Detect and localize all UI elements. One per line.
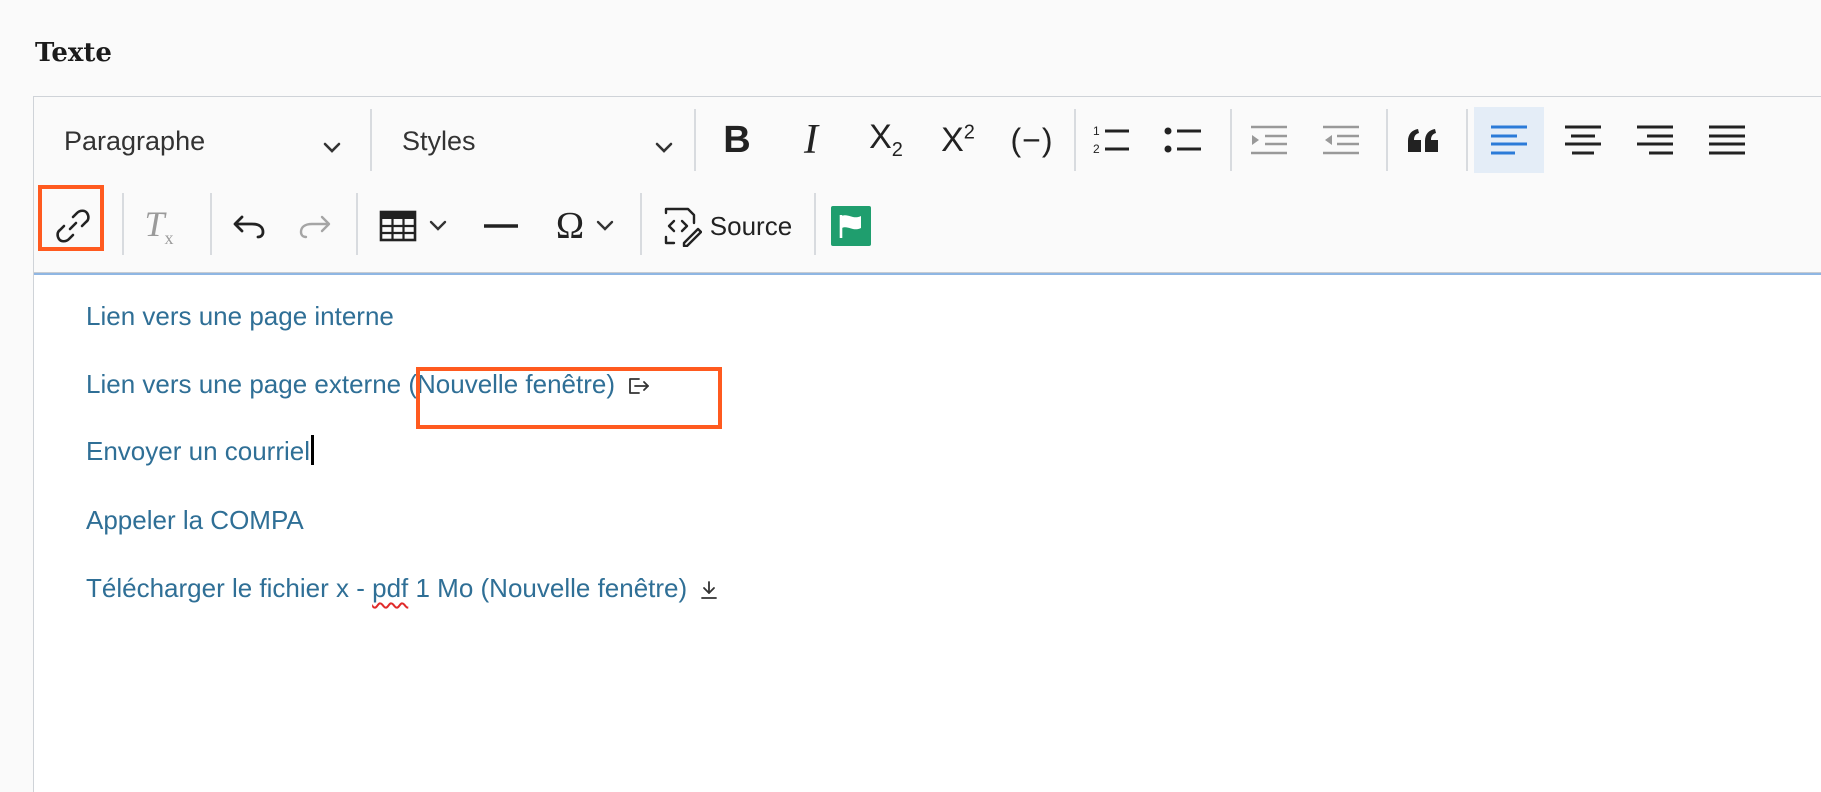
editor-content[interactable]: Lien vers une page interne Lien vers une… xyxy=(34,273,1821,792)
paragraph-format-select[interactable]: Paragraphe xyxy=(34,117,369,165)
highlight-link-button xyxy=(38,185,104,251)
remove-format-icon: Tx xyxy=(144,203,174,249)
toolbar-separator xyxy=(1230,109,1232,171)
italic-icon: I xyxy=(804,117,818,163)
justify-button[interactable] xyxy=(1694,111,1760,169)
remove-format-button[interactable]: Tx xyxy=(132,197,186,255)
styles-select[interactable]: Styles xyxy=(372,117,692,165)
superscript-button[interactable]: X2 xyxy=(928,111,988,169)
superscript-icon: X2 xyxy=(941,120,975,159)
rich-text-editor: Paragraphe Styles B I X2 X2 (−) 1 2 Tx Ω… xyxy=(33,96,1821,792)
source-button[interactable]: Source xyxy=(648,197,804,255)
phone-link[interactable]: Appeler la COMPA xyxy=(86,505,304,536)
horizontal-line-icon xyxy=(484,224,518,228)
insert-table-button[interactable] xyxy=(368,197,458,255)
chevron-down-icon xyxy=(596,220,614,232)
download-icon xyxy=(700,576,718,607)
blockquote-icon xyxy=(1408,129,1438,152)
align-right-button[interactable] xyxy=(1622,111,1688,169)
indent-button[interactable] xyxy=(1314,111,1368,169)
subscript-icon: X2 xyxy=(869,118,903,161)
blockquote-button[interactable] xyxy=(1396,111,1452,169)
horizontal-line-button[interactable] xyxy=(474,197,528,255)
align-center-button[interactable] xyxy=(1550,111,1616,169)
highlight-new-window xyxy=(416,367,722,429)
flag-button[interactable] xyxy=(824,197,878,255)
align-left-icon xyxy=(1491,125,1527,155)
chevron-down-icon xyxy=(322,131,342,162)
toolbar-separator xyxy=(210,193,212,255)
toolbar-separator xyxy=(1386,109,1388,171)
code-button[interactable]: (−) xyxy=(1000,111,1064,169)
align-left-button[interactable] xyxy=(1474,107,1544,173)
undo-button[interactable] xyxy=(222,197,276,255)
editor-toolbar: Paragraphe Styles B I X2 X2 (−) 1 2 Tx Ω… xyxy=(34,97,1821,273)
source-label: Source xyxy=(709,210,793,241)
toolbar-separator xyxy=(814,193,816,255)
toolbar-separator xyxy=(640,193,642,255)
spellcheck-word: pdf xyxy=(372,573,409,603)
source-icon xyxy=(664,207,702,247)
bold-button[interactable]: B xyxy=(712,111,762,169)
bulleted-list-button[interactable] xyxy=(1156,111,1210,169)
numbered-list-button[interactable]: 1 2 xyxy=(1084,111,1138,169)
bulleted-list-icon xyxy=(1164,127,1201,153)
redo-icon xyxy=(299,215,331,239)
chevron-down-icon xyxy=(654,131,674,162)
special-character-button[interactable]: Ω xyxy=(540,197,630,255)
flag-icon xyxy=(831,206,871,246)
paragraph-format-label: Paragraphe xyxy=(64,125,206,156)
styles-label: Styles xyxy=(402,125,476,156)
internal-link[interactable]: Lien vers une page interne xyxy=(86,301,394,332)
align-right-icon xyxy=(1637,125,1673,155)
align-center-icon xyxy=(1565,125,1601,155)
chevron-down-icon xyxy=(429,220,447,232)
justify-icon xyxy=(1709,125,1745,155)
numbered-list-icon: 1 2 xyxy=(1093,124,1129,156)
toolbar-separator xyxy=(1466,109,1468,171)
indent-icon xyxy=(1323,125,1359,155)
undo-icon xyxy=(233,215,265,239)
redo-button[interactable] xyxy=(288,197,342,255)
field-label: Texte xyxy=(35,38,112,68)
outdent-button[interactable] xyxy=(1242,111,1296,169)
toolbar-separator xyxy=(1074,109,1076,171)
toolbar-separator xyxy=(694,109,696,171)
text-caret xyxy=(311,435,314,465)
svg-text:1: 1 xyxy=(1093,124,1100,138)
svg-text:2: 2 xyxy=(1093,142,1100,156)
italic-button[interactable]: I xyxy=(786,111,836,169)
special-character-icon: Ω xyxy=(555,205,585,247)
bold-icon: B xyxy=(723,118,751,161)
email-link[interactable]: Envoyer un courriel xyxy=(86,435,314,467)
outdent-icon xyxy=(1251,125,1287,155)
toolbar-separator xyxy=(356,193,358,255)
code-icon: (−) xyxy=(1010,121,1054,158)
toolbar-separator xyxy=(122,193,124,255)
table-icon xyxy=(379,210,417,242)
download-link[interactable]: Télécharger le fichier x - pdf 1 Mo (Nou… xyxy=(86,573,718,607)
subscript-button[interactable]: X2 xyxy=(856,111,916,169)
